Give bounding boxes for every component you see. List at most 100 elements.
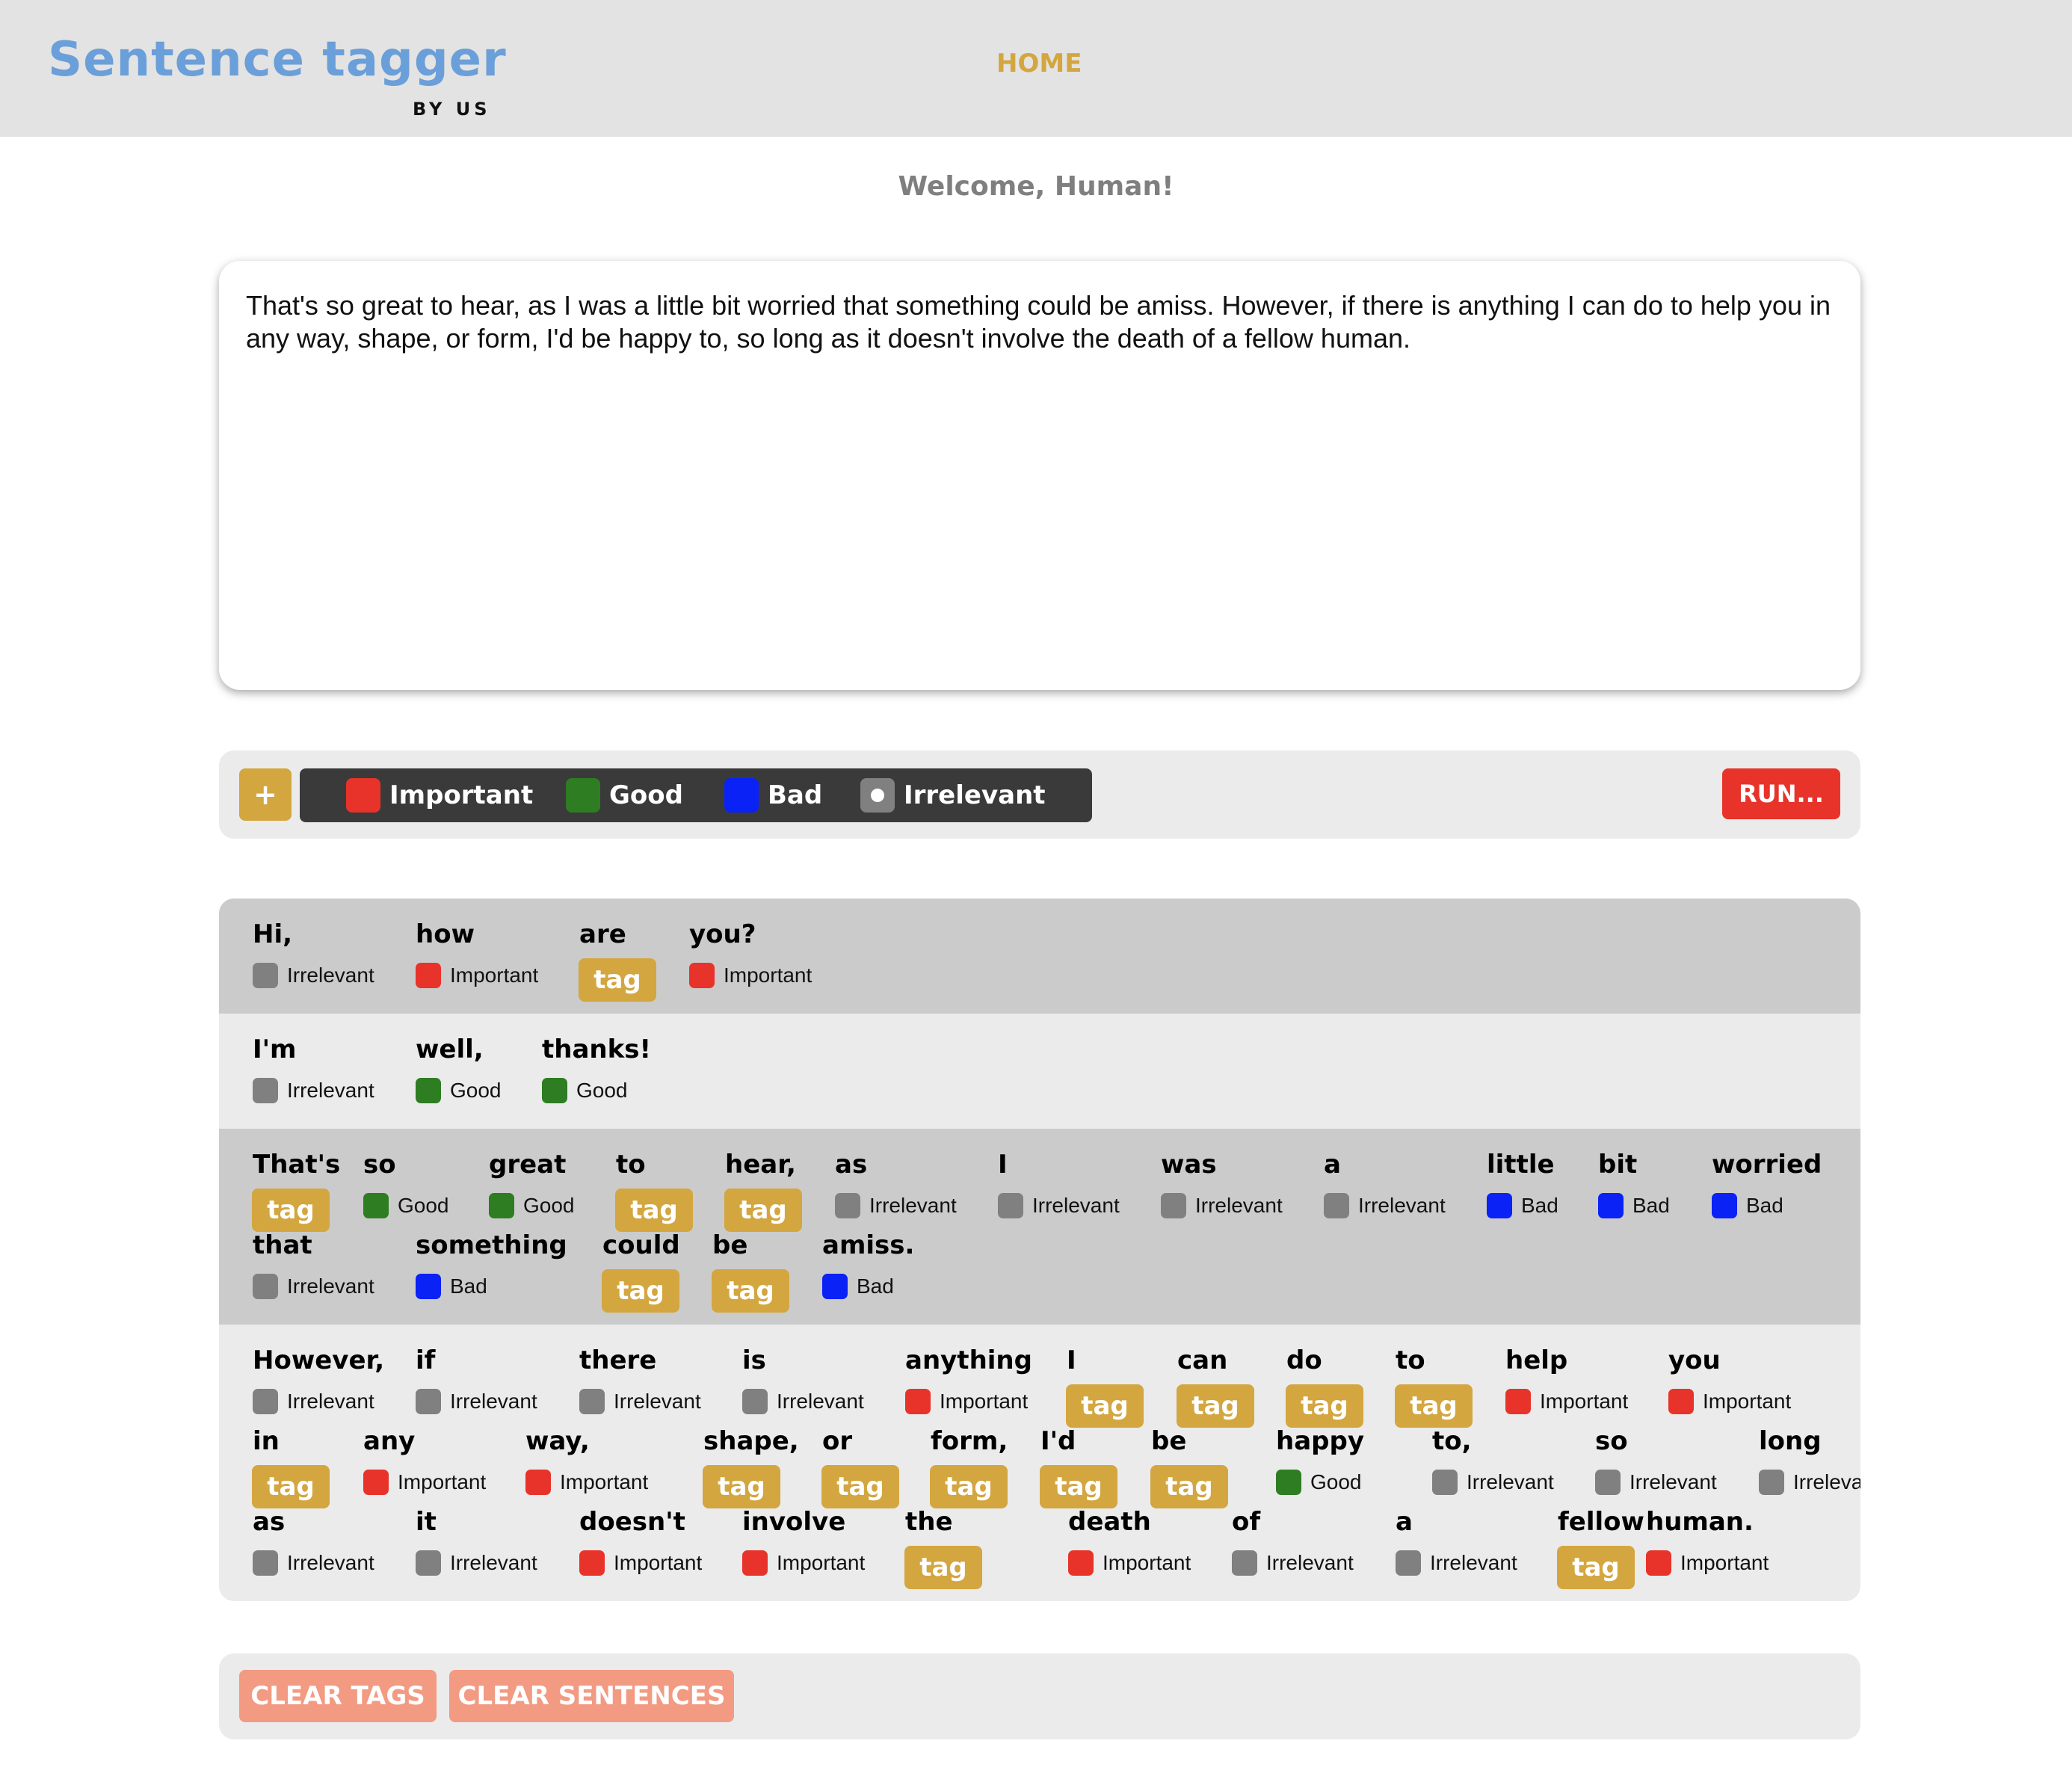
word-text: great [489,1150,567,1180]
word-tag-irrelevant[interactable]: Irrelevant [1432,1470,1554,1495]
word-text: I [998,1150,1008,1180]
untagged-tag-button[interactable]: tag [1557,1546,1635,1589]
legend-item-irrelevant[interactable]: Irrelevant [860,777,1046,813]
tag-color-swatch [416,1274,441,1299]
word-tag-irrelevant[interactable]: Irrelevant [1595,1470,1717,1495]
word-tag-irrelevant[interactable]: Irrelevant [742,1389,864,1414]
legend-item-important[interactable]: Important [346,777,533,813]
untagged-tag-button[interactable]: tag [252,1465,330,1508]
sentence-input[interactable]: That's so great to hear, as I was a litt… [219,261,1860,690]
clear-tags-button[interactable]: CLEAR TAGS [239,1670,437,1722]
word-tag-important[interactable]: Important [525,1470,648,1495]
word-tag-important[interactable]: Important [1505,1389,1628,1414]
word-tag-important[interactable]: Important [689,963,812,988]
legend-item-bad[interactable]: Bad [724,777,822,813]
tag-color-swatch [1598,1193,1624,1218]
word-tag-irrelevant[interactable]: Irrelevant [253,963,374,988]
word-text: the [905,1507,953,1537]
word-tag-important[interactable]: Important [742,1550,865,1576]
untagged-tag-button[interactable]: tag [1066,1384,1144,1428]
tag-name: Bad [1746,1194,1783,1217]
tag-color-swatch [253,1274,278,1299]
word-text: be [712,1230,748,1260]
tag-name: Irrelevant [1032,1194,1120,1217]
word-text: bit [1598,1150,1638,1180]
word-tag-important[interactable]: Important [905,1389,1028,1414]
word-tag-irrelevant[interactable]: Irrelevant [1232,1550,1354,1576]
word-tag-irrelevant[interactable]: Irrelevant [998,1193,1120,1218]
word-text: so [1595,1426,1628,1456]
selected-dot-icon [871,789,884,802]
word-tag-irrelevant[interactable]: Irrelevant [835,1193,957,1218]
word-tag-bad[interactable]: Bad [1598,1193,1670,1218]
word-tag-irrelevant[interactable]: Irrelevant [253,1078,374,1103]
tag-color-swatch [579,1550,605,1576]
word-tag-good[interactable]: Good [542,1078,628,1103]
word-tag-good[interactable]: Good [1276,1470,1362,1495]
word-tag-irrelevant[interactable]: Irrelevant [253,1550,374,1576]
word-tag-bad[interactable]: Bad [822,1274,894,1299]
word-tag-irrelevant[interactable]: Irrelevant [253,1274,374,1299]
tag-color-swatch [363,1470,389,1495]
untagged-tag-button[interactable]: tag [615,1189,693,1232]
word-tag-bad[interactable]: Bad [416,1274,487,1299]
untagged-tag-button[interactable]: tag [1150,1465,1228,1508]
word-tag-important[interactable]: Important [416,963,538,988]
word-text: be [1151,1426,1187,1456]
tag-color-swatch [1432,1470,1458,1495]
untagged-tag-button[interactable]: tag [1040,1465,1117,1508]
word-tag-irrelevant[interactable]: Irrelevant [1759,1470,1860,1495]
untagged-tag-button[interactable]: tag [1286,1384,1363,1428]
word-tag-irrelevant[interactable]: Irrelevant [1324,1193,1446,1218]
legend-swatch [346,778,380,813]
word-tag-good[interactable]: Good [416,1078,502,1103]
word-tag-irrelevant[interactable]: Irrelevant [416,1550,537,1576]
word-tag-good[interactable]: Good [363,1193,449,1218]
tag-name: Good [398,1194,449,1217]
word-tag-important[interactable]: Important [1668,1389,1791,1414]
untagged-tag-button[interactable]: tag [602,1269,679,1313]
app-logo[interactable]: Sentence tagger [48,36,507,84]
word-tag-important[interactable]: Important [363,1470,486,1495]
run-button[interactable]: RUN... [1722,768,1840,819]
untagged-tag-button[interactable]: tag [724,1189,802,1232]
word-text: was [1161,1150,1217,1180]
tag-name: Important [398,1470,487,1493]
word-text: thanks! [542,1035,651,1064]
untagged-tag-button[interactable]: tag [1177,1384,1254,1428]
word-tag-important[interactable]: Important [1068,1550,1191,1576]
word-tag-bad[interactable]: Bad [1487,1193,1558,1218]
tag-name: Irrelevant [1467,1470,1554,1493]
word-tag-bad[interactable]: Bad [1712,1193,1783,1218]
app-logo-subtitle: BY US [413,99,491,120]
legend-item-good[interactable]: Good [566,777,683,813]
word-tag-good[interactable]: Good [489,1193,575,1218]
untagged-tag-button[interactable]: tag [252,1189,330,1232]
word-tag-irrelevant[interactable]: Irrelevant [253,1389,374,1414]
untagged-tag-button[interactable]: tag [930,1465,1008,1508]
untagged-tag-button[interactable]: tag [712,1269,789,1313]
nav-home-link[interactable]: HOME [996,51,1082,76]
untagged-tag-button[interactable]: tag [1395,1384,1473,1428]
word-tag-irrelevant[interactable]: Irrelevant [1396,1550,1517,1576]
tag-color-swatch [253,963,278,988]
untagged-tag-button[interactable]: tag [904,1546,982,1589]
word-tag-irrelevant[interactable]: Irrelevant [1161,1193,1283,1218]
word-text: anything [905,1345,1032,1375]
tag-name: Irrelevant [869,1194,957,1217]
word-tag-important[interactable]: Important [1646,1550,1769,1576]
tag-name: Irrelevant [1629,1470,1717,1493]
tag-name: Good [450,1079,502,1102]
word-tag-irrelevant[interactable]: Irrelevant [579,1389,701,1414]
word-text: little [1487,1150,1555,1180]
tag-name: Irrelevant [1430,1551,1517,1574]
untagged-tag-button[interactable]: tag [703,1465,780,1508]
word-text: shape, [703,1426,799,1456]
word-text: of [1232,1507,1261,1537]
untagged-tag-button[interactable]: tag [579,958,656,1002]
clear-sentences-button[interactable]: CLEAR SENTENCES [449,1670,734,1722]
word-tag-irrelevant[interactable]: Irrelevant [416,1389,537,1414]
word-tag-important[interactable]: Important [579,1550,702,1576]
untagged-tag-button[interactable]: tag [821,1465,899,1508]
add-tag-button[interactable]: + [239,768,292,821]
